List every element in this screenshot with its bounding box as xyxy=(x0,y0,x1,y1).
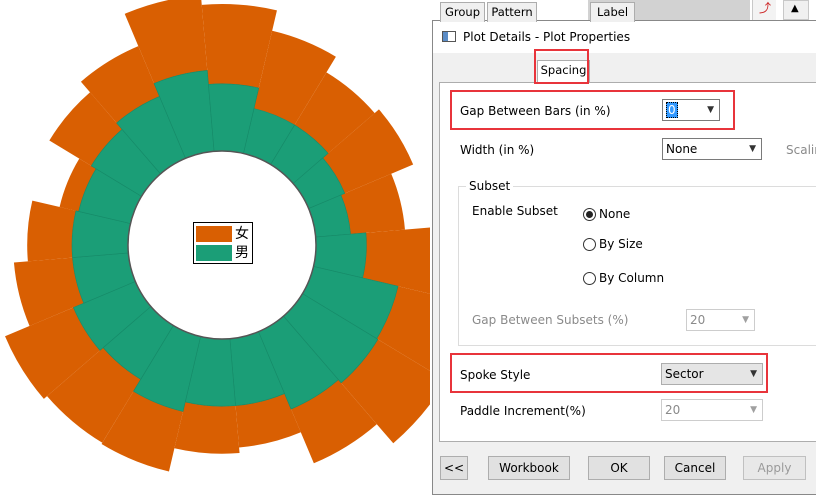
gap-between-subsets-combo[interactable]: 20 ▼ xyxy=(686,309,755,331)
bar-female-15 xyxy=(27,200,76,262)
ok-button[interactable]: OK xyxy=(588,456,650,480)
radio-none-label[interactable]: None xyxy=(599,207,630,221)
paddle-increment-value: 20 xyxy=(665,403,681,417)
scroll-up-icon: ▲ xyxy=(791,3,799,14)
legend-swatch xyxy=(196,225,232,242)
legend-swatch xyxy=(196,244,232,261)
dialog-titlebar[interactable]: Plot Details - Plot Properties xyxy=(433,21,816,53)
width-value: None xyxy=(666,142,698,156)
chart-legend: 女 男 xyxy=(193,222,253,264)
radio-none[interactable] xyxy=(583,208,596,221)
scaling-label: Scalin xyxy=(786,143,816,157)
workbook-button[interactable]: Workbook xyxy=(488,456,570,480)
width-combo[interactable]: None ▼ xyxy=(662,138,762,160)
toolbar-button[interactable]: ⤴ xyxy=(752,0,776,20)
toolbar-arrow-icon: ⤴ xyxy=(759,1,772,15)
bar-female-10 xyxy=(174,401,240,454)
radio-by-column-label[interactable]: By Column xyxy=(599,271,664,285)
tab-group[interactable]: Group xyxy=(440,2,485,22)
dialog-title: Plot Details - Plot Properties xyxy=(463,30,631,44)
window-icon xyxy=(442,31,456,42)
highlight-gap-between-bars xyxy=(450,90,735,130)
paddle-increment-label: Paddle Increment(%) xyxy=(460,404,586,418)
chart-area: 女 男 xyxy=(0,0,430,489)
legend-label: 男 xyxy=(235,244,249,261)
gap-between-subsets-label: Gap Between Subsets (%) xyxy=(472,313,629,327)
width-label: Width (in %) xyxy=(460,143,535,157)
apply-button[interactable]: Apply xyxy=(743,456,806,480)
cancel-button[interactable]: Cancel xyxy=(664,456,726,480)
highlight-spoke-style xyxy=(450,353,768,393)
chevron-down-icon: ▼ xyxy=(742,315,749,325)
tab-pattern[interactable]: Pattern xyxy=(487,2,537,22)
paddle-increment-combo[interactable]: 20 ▼ xyxy=(661,399,763,421)
radio-by-size[interactable] xyxy=(583,238,596,251)
chevron-down-icon: ▼ xyxy=(749,144,756,154)
radio-by-column[interactable] xyxy=(583,272,596,285)
legend-item-female: 女 xyxy=(196,224,250,243)
radio-by-size-label[interactable]: By Size xyxy=(599,237,643,251)
chevron-down-icon: ▼ xyxy=(750,405,757,415)
highlight-spacing-tab xyxy=(534,49,589,84)
legend-item-male: 男 xyxy=(196,243,250,262)
legend-label: 女 xyxy=(235,225,249,242)
scroll-up-button[interactable]: ▲ xyxy=(783,0,809,20)
gap-between-subsets-value: 20 xyxy=(690,313,706,327)
enable-subset-label: Enable Subset xyxy=(472,204,558,218)
tab-label[interactable]: Label xyxy=(590,2,635,22)
collapse-button[interactable]: << xyxy=(440,456,468,480)
subset-group-title: Subset xyxy=(466,179,514,193)
